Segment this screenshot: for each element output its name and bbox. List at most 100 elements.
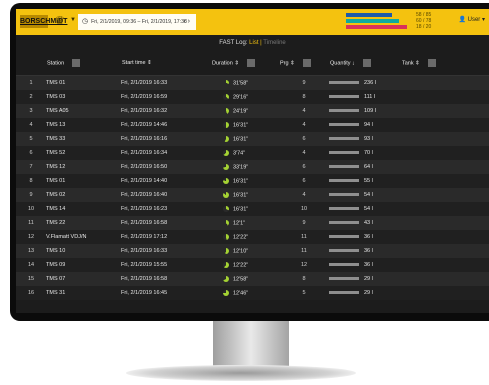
prg-cell: 5 <box>279 286 329 300</box>
row-index: 12 <box>16 230 46 244</box>
filter-icon[interactable] <box>362 59 371 67</box>
table-row[interactable]: 10 TMS 14 Fri, 2/1/2019 16:23 16'31" 10 54 l <box>16 202 489 216</box>
col-station[interactable]: Station <box>46 51 121 76</box>
user-label: User <box>467 17 481 23</box>
duration-pie-icon <box>223 107 229 114</box>
tank-cell <box>401 272 489 286</box>
brand-logo[interactable]: BORSCHMIDT <box>20 15 67 28</box>
prg-cell: 4 <box>279 188 329 202</box>
table-row[interactable]: 4 TMS 13 Fri, 2/1/2019 14:46 16'31" 4 94 l <box>16 118 489 132</box>
date-nav-arrows[interactable]: ‹ › <box>183 14 190 30</box>
start-time-cell: Fri, 2/1/2019 16:58 <box>121 216 211 230</box>
quantity-bar <box>329 95 359 99</box>
quantity-bar <box>329 263 359 267</box>
prg-cell: 6 <box>279 174 329 188</box>
station-cell: TMS 07 <box>46 272 121 286</box>
quantity-cell: 36 l <box>329 258 401 272</box>
tank-cell <box>401 244 489 258</box>
start-time-cell: Fri, 2/1/2019 16:16 <box>121 132 211 146</box>
chevron-down-icon[interactable]: ▼ <box>70 17 76 23</box>
duration-cell: 3'74" <box>211 146 279 160</box>
duration-pie-icon <box>223 121 229 128</box>
sort-desc-icon[interactable]: ↓ <box>352 60 355 66</box>
col-tank[interactable]: Tank ⇕ <box>401 51 489 76</box>
start-time-cell: Fri, 2/1/2019 16:33 <box>121 75 211 90</box>
col-quantity[interactable]: Quantity ↓ <box>329 51 401 76</box>
duration-cell: 24'19" <box>211 104 279 118</box>
table-row[interactable]: 2 TMS 03 Fri, 2/1/2019 16:59 29'16" 8 111 l <box>16 90 489 104</box>
duration-pie-icon <box>223 275 229 282</box>
table-row[interactable]: 15 TMS 07 Fri, 2/1/2019 16:58 12'58" 8 29 l <box>16 272 489 286</box>
start-time-cell: Fri, 2/1/2019 16:32 <box>121 104 211 118</box>
sort-icon[interactable]: ⇕ <box>147 60 152 66</box>
filter-icon[interactable] <box>246 59 255 67</box>
log-title: FAST Log: <box>219 40 248 46</box>
quantity-bar <box>329 151 359 155</box>
filter-icon[interactable] <box>302 59 311 67</box>
quantity-bar <box>329 207 359 211</box>
sort-icon[interactable]: ⇕ <box>415 60 420 66</box>
duration-pie-icon <box>223 289 229 296</box>
tab-list[interactable]: List <box>249 40 258 46</box>
prg-cell: 11 <box>279 230 329 244</box>
tab-timeline[interactable]: Timeline <box>263 40 285 46</box>
quantity-cell: 93 l <box>329 132 401 146</box>
chevron-down-icon: ▾ <box>481 17 485 23</box>
row-index: 14 <box>16 258 46 272</box>
station-cell: TMS 01 <box>46 174 121 188</box>
monitor-stand-neck <box>213 321 289 367</box>
station-cell: V.Flamatt VDJ/N <box>46 230 121 244</box>
tank-cell <box>401 118 489 132</box>
filter-icon[interactable] <box>427 59 436 67</box>
view-switcher: FAST Log: List | Timeline <box>16 35 489 51</box>
station-cell: TMS 09 <box>46 258 121 272</box>
table-row[interactable]: 3 TMS A05 Fri, 2/1/2019 16:32 24'19" 4 109 l <box>16 104 489 118</box>
station-cell: TMS 33 <box>46 132 121 146</box>
tank-cell <box>401 90 489 104</box>
duration-pie-icon <box>223 135 229 142</box>
table-row[interactable]: 1 TMS 01 Fri, 2/1/2019 16:33 31'58" 9 236 l <box>16 75 489 90</box>
col-duration[interactable]: Duration ⇕ <box>211 51 279 76</box>
col-start[interactable]: Start time ⇕ <box>121 51 211 76</box>
prg-cell: 4 <box>279 146 329 160</box>
prg-cell: 11 <box>279 244 329 258</box>
prg-cell: 4 <box>279 118 329 132</box>
duration-pie-icon <box>223 79 229 86</box>
sort-icon[interactable]: ⇕ <box>290 60 295 66</box>
start-time-cell: Fri, 2/1/2019 17:12 <box>121 230 211 244</box>
table-row[interactable]: 13 TMS 10 Fri, 2/1/2019 16:33 12'10" 11 36 l <box>16 244 489 258</box>
col-prg[interactable]: Prg ⇕ <box>279 51 329 76</box>
start-time-cell: Fri, 2/1/2019 15:55 <box>121 258 211 272</box>
station-cell: TMS 01 <box>46 75 121 90</box>
tank-cell <box>401 216 489 230</box>
table-row[interactable]: 16 TMS 31 Fri, 2/1/2019 16:45 12'46" 5 29 l <box>16 286 489 300</box>
duration-cell: 12'22" <box>211 230 279 244</box>
table-row[interactable]: 7 TMS 12 Fri, 2/1/2019 16:50 33'19" 6 64 l <box>16 160 489 174</box>
table-row[interactable]: 14 TMS 09 Fri, 2/1/2019 15:55 12'22" 12 36 l <box>16 258 489 272</box>
row-index: 8 <box>16 174 46 188</box>
quantity-bar <box>329 193 359 197</box>
table-row[interactable]: 5 TMS 33 Fri, 2/1/2019 16:16 16'31" 6 93 l <box>16 132 489 146</box>
duration-pie-icon <box>223 177 229 184</box>
crown-icon[interactable]: ♛ <box>55 14 65 27</box>
station-cell: TMS 52 <box>46 146 121 160</box>
quantity-cell: 29 l <box>329 272 401 286</box>
table-row[interactable]: 6 TMS 52 Fri, 2/1/2019 16:34 3'74" 4 70 l <box>16 146 489 160</box>
filter-icon[interactable] <box>72 59 81 67</box>
table-row[interactable]: 8 TMS 01 Fri, 2/1/2019 14:40 16'31" 6 55 l <box>16 174 489 188</box>
table-row[interactable]: 12 V.Flamatt VDJ/N Fri, 2/1/2019 17:12 12'2… <box>16 230 489 244</box>
user-menu[interactable]: 👤 User ▾ <box>458 16 485 23</box>
row-index: 16 <box>16 286 46 300</box>
stat-bar <box>346 19 399 23</box>
quantity-cell: 55 l <box>329 174 401 188</box>
table-row[interactable]: 9 TMS 02 Fri, 2/1/2019 16:40 16'31" 4 54 l <box>16 188 489 202</box>
row-index: 7 <box>16 160 46 174</box>
table-row[interactable]: 11 TMS 22 Fri, 2/1/2019 16:58 12'1" 9 43 l <box>16 216 489 230</box>
duration-cell: 16'31" <box>211 118 279 132</box>
tank-cell <box>401 188 489 202</box>
sort-icon[interactable]: ⇕ <box>234 60 239 66</box>
tank-cell <box>401 75 489 90</box>
date-range-picker[interactable]: ◷ Fri, 2/1/2019, 09:36 – Fri, 2/1/2019, 1… <box>78 14 196 30</box>
quantity-bar <box>329 291 359 295</box>
station-cell: TMS 02 <box>46 188 121 202</box>
